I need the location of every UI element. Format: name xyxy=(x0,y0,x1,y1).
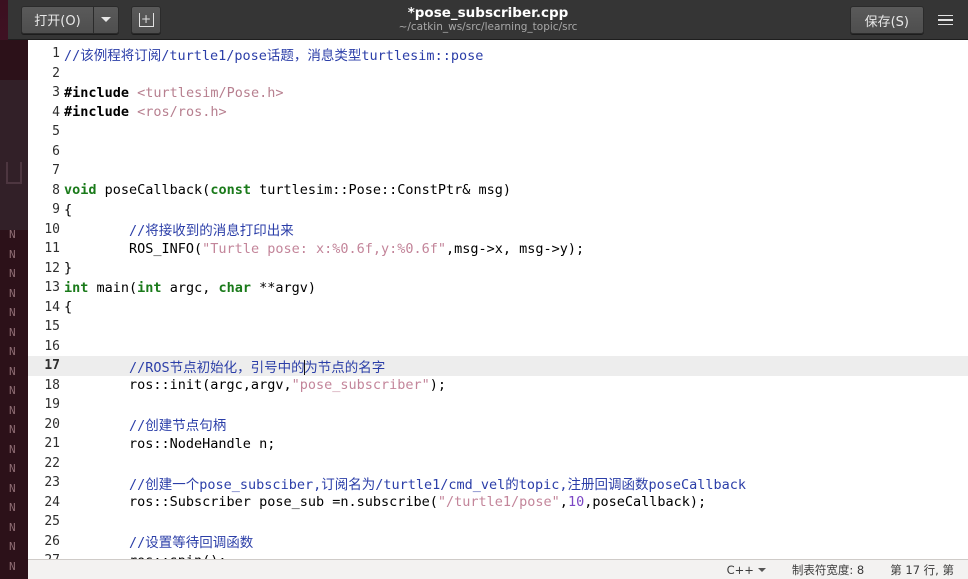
new-tab-icon xyxy=(138,12,154,27)
line-number: 11 xyxy=(44,241,60,257)
code-line[interactable]: 24 ros::Subscriber pose_sub =n.subscribe… xyxy=(28,493,968,513)
code-line-text[interactable]: //设置等待回调函数 xyxy=(64,531,968,551)
line-number: 13 xyxy=(44,280,60,296)
line-number: 20 xyxy=(44,416,60,432)
code-line[interactable]: 19 xyxy=(28,395,968,415)
code-line[interactable]: 10 //将接收到的消息打印出来 xyxy=(28,220,968,240)
code-line[interactable]: 18 ros::init(argc,argv,"pose_subscriber"… xyxy=(28,376,968,396)
code-line[interactable]: 14{ xyxy=(28,298,968,318)
code-line-text[interactable]: ros::NodeHandle n; xyxy=(64,436,968,452)
code-line[interactable]: 16 xyxy=(28,337,968,357)
line-number: 22 xyxy=(44,455,60,471)
open-button[interactable]: 打开(O) xyxy=(21,5,93,34)
line-number: 5 xyxy=(52,124,60,140)
line-number: 21 xyxy=(44,436,60,452)
line-number: 9 xyxy=(52,202,60,218)
status-tab-width[interactable]: 制表符宽度: 8 xyxy=(792,562,864,578)
code-line[interactable]: 20 //创建节点句柄 xyxy=(28,415,968,435)
code-lines-container: 1//该例程将订阅/turtle1/pose话题，消息类型turtlesim::… xyxy=(28,44,968,559)
line-number: 17 xyxy=(44,358,60,374)
line-number: 15 xyxy=(44,319,60,335)
header-bar: 打开(O) *pose_subscriber.cpp ~/catkin_ws/s… xyxy=(8,0,968,40)
gedit-window: 打开(O) *pose_subscriber.cpp ~/catkin_ws/s… xyxy=(8,0,968,579)
code-line-text[interactable]: ros::Subscriber pose_sub =n.subscribe("/… xyxy=(64,494,968,510)
code-line[interactable]: 12} xyxy=(28,259,968,279)
line-number: 3 xyxy=(52,85,60,101)
line-number: 25 xyxy=(44,514,60,530)
line-number: 19 xyxy=(44,397,60,413)
code-line[interactable]: 26 //设置等待回调函数 xyxy=(28,532,968,552)
line-number: 10 xyxy=(44,221,60,237)
code-line[interactable]: 4 #include <ros/ros.h> xyxy=(28,103,968,123)
code-line[interactable]: 13 int main(int argc, char **argv) xyxy=(28,278,968,298)
status-bar: C++ 制表符宽度: 8 第 17 行, 第 xyxy=(28,559,968,579)
code-line[interactable]: 9{ xyxy=(28,200,968,220)
status-language-label: C++ xyxy=(726,562,754,577)
code-line[interactable]: 15 xyxy=(28,317,968,337)
line-number: 7 xyxy=(52,163,60,179)
code-line[interactable]: 6 xyxy=(28,142,968,162)
code-line-text[interactable]: //将接收到的消息打印出来 xyxy=(64,219,968,239)
code-line-text[interactable]: #include <turtlesim/Pose.h> xyxy=(64,85,968,101)
line-number: 8 xyxy=(52,182,60,198)
code-line-text[interactable]: { xyxy=(64,299,968,315)
open-button-group[interactable]: 打开(O) xyxy=(21,5,119,34)
line-number: 2 xyxy=(52,65,60,81)
line-number: 23 xyxy=(44,475,60,491)
header-right-controls: 保存(S) xyxy=(849,6,958,34)
code-line-text[interactable]: } xyxy=(64,260,968,276)
code-line[interactable]: 17 //ROS节点初始化，引号中的为节点的名字 xyxy=(28,356,968,376)
window-title: *pose_subscriber.cpp xyxy=(407,5,569,21)
line-number: 18 xyxy=(44,377,60,393)
code-line[interactable]: 22 xyxy=(28,454,968,474)
code-line-text[interactable]: ros::init(argc,argv,"pose_subscriber"); xyxy=(64,377,968,393)
code-line-text[interactable]: { xyxy=(64,202,968,218)
code-line-text[interactable]: #include <ros/ros.h> xyxy=(64,104,968,120)
code-line[interactable]: 7 xyxy=(28,161,968,181)
header-left-controls: 打开(O) xyxy=(21,5,161,34)
hamburger-menu-icon-bar xyxy=(937,14,953,17)
line-number: 12 xyxy=(44,260,60,276)
line-number: 24 xyxy=(44,494,60,510)
code-line-text[interactable]: void poseCallback(const turtlesim::Pose:… xyxy=(64,182,968,198)
save-button[interactable]: 保存(S) xyxy=(849,6,924,34)
code-line[interactable]: 5 xyxy=(28,122,968,142)
line-number: 26 xyxy=(44,533,60,549)
window-subtitle: ~/catkin_ws/src/learning_topic/src xyxy=(398,21,578,33)
code-line[interactable]: 27 ros::spin(); xyxy=(28,551,968,559)
line-number: 16 xyxy=(44,338,60,354)
code-line-text[interactable]: //ROS节点初始化，引号中的为节点的名字 xyxy=(64,356,968,376)
code-line[interactable]: 23 //创建一个pose_subsciber,订阅名为/turtle1/cmd… xyxy=(28,473,968,493)
hamburger-menu-icon-bar xyxy=(937,23,953,26)
code-line-text[interactable]: //创建一个pose_subsciber,订阅名为/turtle1/cmd_ve… xyxy=(64,473,968,493)
line-number: 4 xyxy=(52,104,60,120)
code-line-text[interactable]: ROS_INFO("Turtle pose: x:%0.6f,y:%0.6f",… xyxy=(64,241,968,257)
code-line[interactable]: 1//该例程将订阅/turtle1/pose话题，消息类型turtlesim::… xyxy=(28,44,968,64)
code-line[interactable]: 8 void poseCallback(const turtlesim::Pose… xyxy=(28,181,968,201)
hamburger-menu-icon-bar xyxy=(937,19,953,21)
code-line[interactable]: 21 ros::NodeHandle n; xyxy=(28,434,968,454)
hamburger-menu-button[interactable] xyxy=(932,6,958,34)
line-number: 14 xyxy=(44,299,60,315)
code-line[interactable]: 25 xyxy=(28,512,968,532)
code-line[interactable]: 11 ROS_INFO("Turtle pose: x:%0.6f,y:%0.6… xyxy=(28,239,968,259)
desktop-root: NNNNNNNNNNNNNNNNNNN 打开(O) *pose_subscrib… xyxy=(0,0,968,579)
code-line[interactable]: 3 #include <turtlesim/Pose.h> xyxy=(28,83,968,103)
code-line-text[interactable]: int main(int argc, char **argv) xyxy=(64,280,968,296)
status-cursor-position: 第 17 行, 第 xyxy=(890,562,954,577)
chevron-down-icon xyxy=(757,567,766,572)
open-dropdown-button[interactable] xyxy=(93,5,119,34)
line-number: 1 xyxy=(52,46,60,62)
chevron-down-icon xyxy=(101,17,111,22)
code-line-text[interactable]: //该例程将订阅/turtle1/pose话题，消息类型turtlesim::p… xyxy=(64,44,968,64)
code-line-text[interactable]: //创建节点句柄 xyxy=(64,414,968,434)
line-number: 6 xyxy=(52,143,60,159)
new-tab-button[interactable] xyxy=(131,5,161,34)
status-language[interactable]: C++ xyxy=(727,563,766,577)
code-line[interactable]: 2 xyxy=(28,64,968,84)
code-editor[interactable]: 1//该例程将订阅/turtle1/pose话题，消息类型turtlesim::… xyxy=(28,40,968,559)
